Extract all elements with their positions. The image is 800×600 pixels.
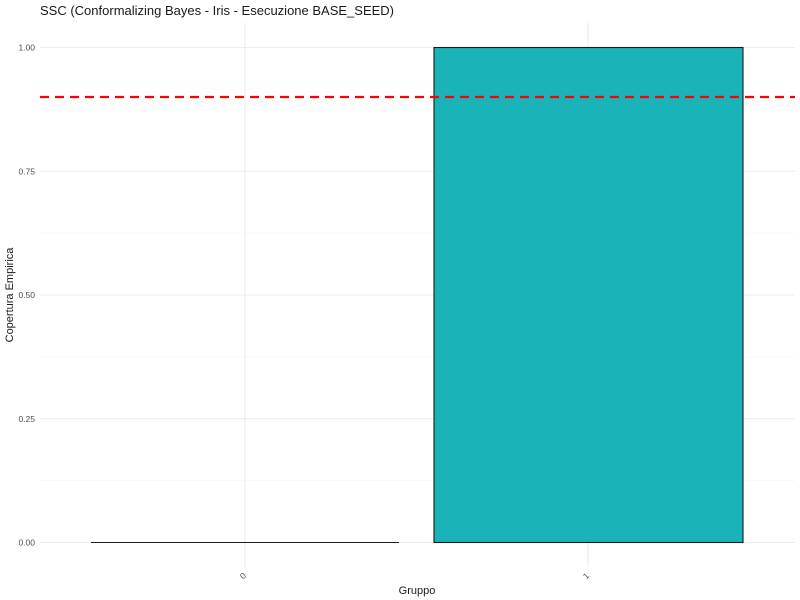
y-tick-label: 0.75 bbox=[18, 166, 35, 176]
y-axis-ticks: 0.00 0.25 0.50 0.75 1.00 bbox=[18, 43, 35, 548]
bar-group-1 bbox=[433, 46, 744, 544]
y-tick-label: 0.25 bbox=[18, 414, 35, 424]
x-axis-label: Gruppo bbox=[399, 585, 436, 597]
y-tick-label: 0.50 bbox=[18, 290, 35, 300]
y-axis-label: Copertura Empirica bbox=[4, 247, 16, 343]
x-tick-label: 1 bbox=[581, 570, 592, 581]
x-axis-ticks: 01 bbox=[238, 570, 592, 581]
x-tick-label: 0 bbox=[238, 570, 249, 581]
y-tick-label: 0.00 bbox=[18, 538, 35, 548]
chart-container: SSC (Conformalizing Bayes - Iris - Esecu… bbox=[0, 0, 800, 600]
bar-chart: SSC (Conformalizing Bayes - Iris - Esecu… bbox=[4, 3, 795, 597]
y-tick-label: 1.00 bbox=[18, 43, 35, 53]
chart-title: SSC (Conformalizing Bayes - Iris - Esecu… bbox=[40, 3, 394, 18]
